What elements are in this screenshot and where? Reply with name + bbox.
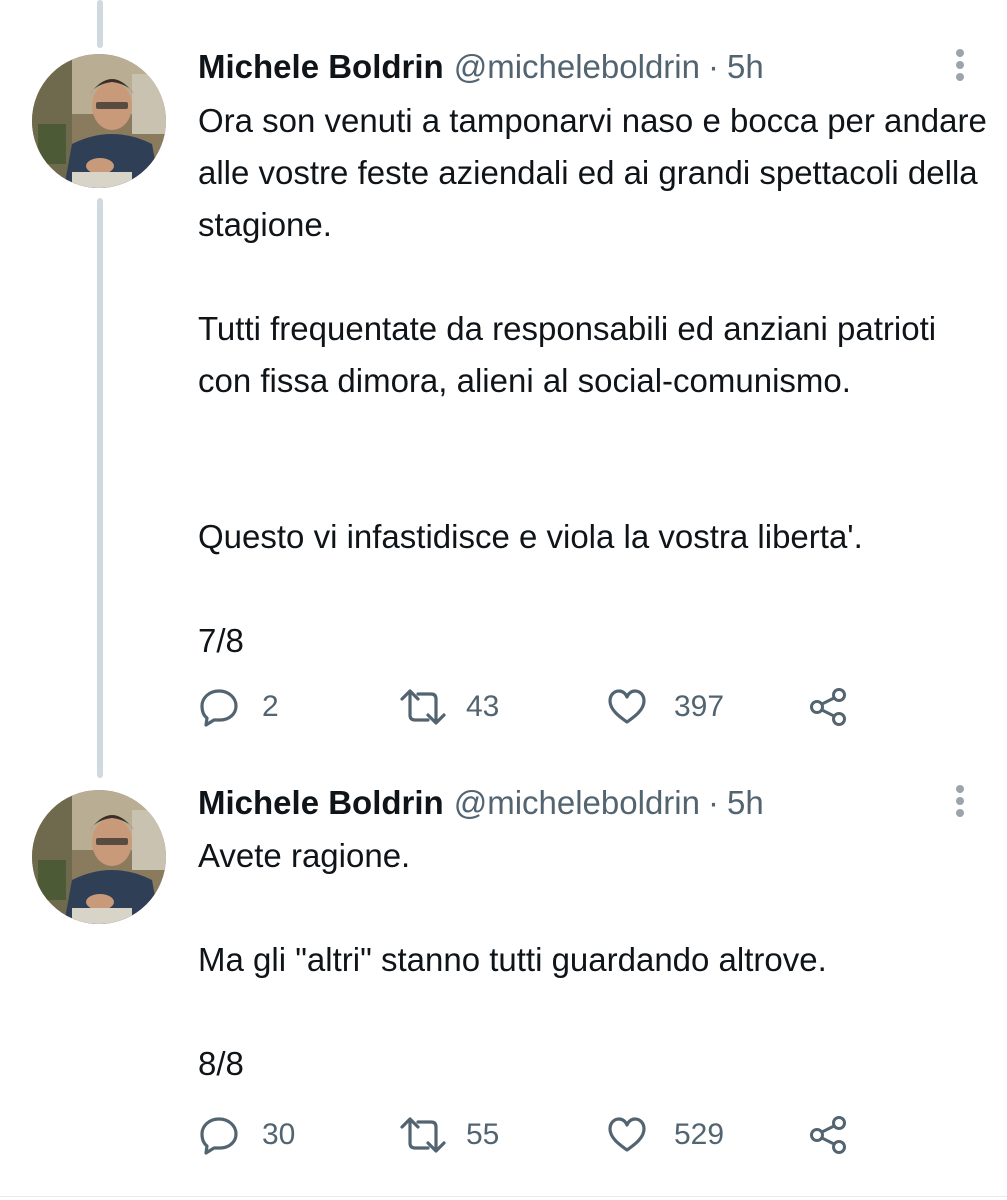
retweet-button[interactable]: 55 bbox=[398, 1110, 499, 1160]
timestamp[interactable]: 5h bbox=[727, 48, 764, 86]
retweet-count: 55 bbox=[466, 1118, 500, 1151]
author-name[interactable]: Michele Boldrin bbox=[198, 48, 444, 86]
more-options-button[interactable] bbox=[946, 47, 974, 87]
like-count: 529 bbox=[674, 1118, 725, 1151]
tweet-paragraph: Ora son venuti a tamponarvi naso e bocca… bbox=[198, 102, 987, 243]
like-button[interactable]: 397 bbox=[606, 682, 724, 732]
author-name[interactable]: Michele Boldrin bbox=[198, 784, 444, 822]
share-button[interactable] bbox=[808, 682, 850, 732]
like-count: 397 bbox=[674, 690, 725, 723]
reply-count: 2 bbox=[262, 690, 279, 723]
tweet-paragraph: Avete ragione. bbox=[198, 837, 411, 874]
tweet-paragraph: Ma gli "altri" stanno tutti guardando al… bbox=[198, 941, 827, 978]
thread-counter: 7/8 bbox=[198, 622, 244, 659]
like-icon bbox=[608, 689, 646, 724]
separator-dot: · bbox=[707, 48, 719, 85]
profile-photo bbox=[32, 54, 166, 188]
tweet-actions: 2 43 397 bbox=[198, 682, 958, 732]
tweet-text: Ora son venuti a tamponarvi naso e bocca… bbox=[198, 95, 988, 667]
share-icon bbox=[810, 1116, 846, 1154]
like-button[interactable]: 529 bbox=[606, 1110, 724, 1160]
reply-button[interactable]: 2 bbox=[198, 682, 279, 732]
tweet-8-of-8[interactable]: Michele Boldrin @micheleboldrin · 5h Ave… bbox=[0, 760, 1007, 1196]
tweet-7-of-8[interactable]: Michele Boldrin @micheleboldrin · 5h Ora… bbox=[0, 0, 1007, 760]
tweet-paragraph: Questo vi infastidisce e viola la vostra… bbox=[198, 518, 863, 555]
avatar[interactable] bbox=[32, 790, 166, 924]
profile-photo bbox=[32, 790, 166, 924]
tweet-text: Avete ragione. Ma gli "altri" stanno tut… bbox=[198, 830, 988, 1090]
avatar[interactable] bbox=[32, 54, 166, 188]
separator-dot: · bbox=[707, 784, 719, 821]
retweet-count: 43 bbox=[466, 690, 500, 723]
timestamp[interactable]: 5h bbox=[727, 784, 764, 822]
thread-counter: 8/8 bbox=[198, 1045, 244, 1082]
tweet-paragraph: Tutti frequentate da responsabili ed anz… bbox=[198, 310, 937, 399]
reply-count: 30 bbox=[262, 1118, 296, 1151]
more-options-button[interactable] bbox=[946, 783, 974, 823]
share-icon bbox=[810, 688, 846, 726]
share-button[interactable] bbox=[808, 1110, 850, 1160]
more-options-icon bbox=[956, 785, 964, 817]
reply-button[interactable]: 30 bbox=[198, 1110, 295, 1160]
reply-icon bbox=[200, 1117, 238, 1155]
tweet-actions: 30 55 529 bbox=[198, 1110, 958, 1160]
divider bbox=[0, 1196, 1007, 1197]
tweet-header: Michele Boldrin @micheleboldrin · 5h bbox=[198, 48, 764, 92]
like-icon bbox=[608, 1117, 646, 1152]
author-handle[interactable]: @micheleboldrin bbox=[454, 784, 700, 822]
retweet-icon bbox=[400, 1117, 446, 1153]
reply-icon bbox=[200, 689, 238, 727]
tweet-header: Michele Boldrin @micheleboldrin · 5h bbox=[198, 784, 764, 828]
author-handle[interactable]: @micheleboldrin bbox=[454, 48, 700, 86]
retweet-button[interactable]: 43 bbox=[398, 682, 499, 732]
more-options-icon bbox=[956, 49, 964, 81]
retweet-icon bbox=[400, 689, 446, 725]
